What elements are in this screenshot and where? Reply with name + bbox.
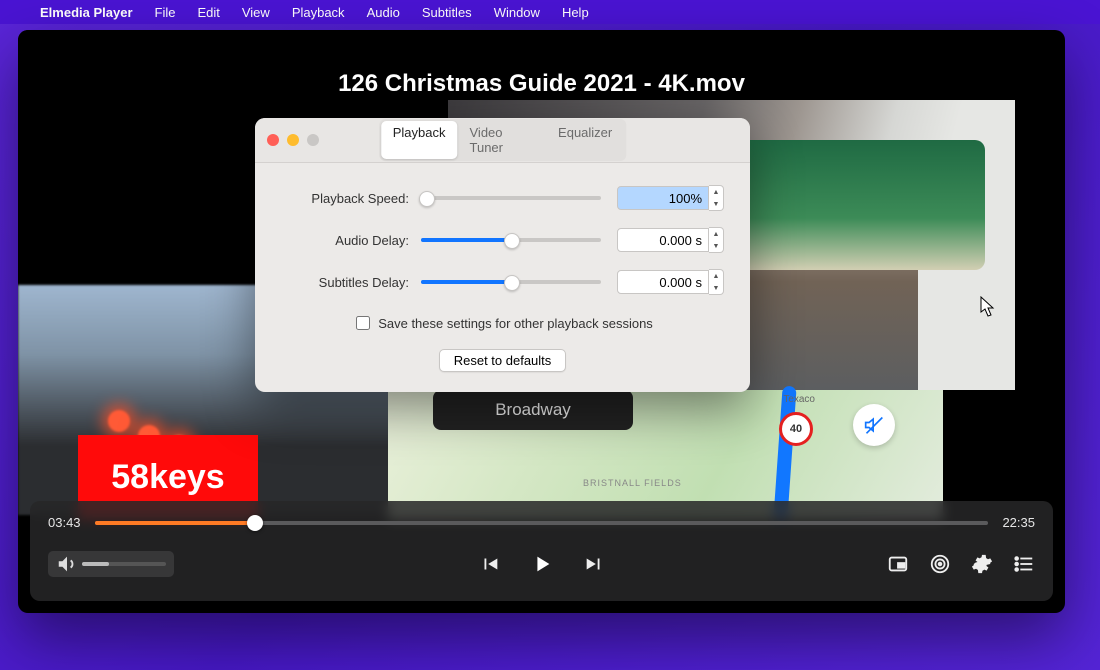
map-place-label: BRISTNALL FIELDS — [583, 478, 682, 488]
menubar-edit[interactable]: Edit — [197, 5, 219, 20]
playback-speed-stepper[interactable]: ▲▼ — [709, 185, 724, 211]
save-settings-checkbox[interactable] — [356, 316, 370, 330]
volume-icon[interactable] — [56, 553, 78, 575]
play-button[interactable] — [531, 553, 553, 575]
playback-speed-input[interactable] — [617, 186, 709, 210]
menubar-view[interactable]: View — [242, 5, 270, 20]
next-button[interactable] — [583, 553, 605, 575]
speed-limit-icon: 40 — [779, 412, 813, 446]
panel-close-icon[interactable] — [267, 134, 279, 146]
save-settings-label: Save these settings for other playback s… — [378, 316, 653, 331]
playback-speed-slider[interactable] — [421, 196, 601, 200]
menubar-audio[interactable]: Audio — [367, 5, 400, 20]
row-subtitles-delay: Subtitles Delay: ▲▼ — [281, 269, 724, 295]
airplay-button[interactable] — [929, 553, 951, 575]
menubar-app[interactable]: Elmedia Player — [40, 5, 133, 20]
reset-defaults-button[interactable]: Reset to defaults — [439, 349, 567, 372]
map-poi-texaco: Texaco — [783, 394, 815, 405]
tab-equalizer[interactable]: Equalizer — [546, 121, 624, 159]
audio-delay-slider[interactable] — [421, 238, 601, 242]
time-total: 22:35 — [1002, 515, 1035, 530]
settings-button[interactable] — [971, 553, 993, 575]
panel-titlebar: Playback Video Tuner Equalizer — [255, 118, 750, 163]
playback-settings-panel: Playback Video Tuner Equalizer Playback … — [255, 118, 750, 392]
subtitles-delay-slider[interactable] — [421, 280, 601, 284]
pip-button[interactable] — [887, 553, 909, 575]
panel-tabs: Playback Video Tuner Equalizer — [379, 119, 627, 161]
row-playback-speed: Playback Speed: ▲▼ — [281, 185, 724, 211]
audio-delay-stepper[interactable]: ▲▼ — [709, 227, 724, 253]
playback-speed-label: Playback Speed: — [281, 191, 409, 206]
playlist-button[interactable] — [1013, 553, 1035, 575]
subtitles-delay-input[interactable] — [617, 270, 709, 294]
playback-controls: 03:43 22:35 — [30, 501, 1053, 601]
subtitles-delay-stepper[interactable]: ▲▼ — [709, 269, 724, 295]
menubar-help[interactable]: Help — [562, 5, 589, 20]
tab-video-tuner[interactable]: Video Tuner — [458, 121, 547, 159]
menubar-window[interactable]: Window — [494, 5, 540, 20]
subtitles-delay-label: Subtitles Delay: — [281, 275, 409, 290]
seek-knob[interactable] — [247, 515, 263, 531]
panel-minimize-icon[interactable] — [287, 134, 299, 146]
audio-delay-label: Audio Delay: — [281, 233, 409, 248]
map-mute-icon — [853, 404, 895, 446]
seek-slider[interactable] — [95, 521, 989, 525]
previous-button[interactable] — [479, 553, 501, 575]
nav-street-label: Broadway — [433, 390, 633, 430]
tab-playback[interactable]: Playback — [381, 121, 458, 159]
volume-control[interactable] — [48, 551, 174, 577]
audio-delay-input[interactable] — [617, 228, 709, 252]
panel-zoom-icon[interactable] — [307, 134, 319, 146]
row-audio-delay: Audio Delay: ▲▼ — [281, 227, 724, 253]
macos-menubar: Elmedia Player File Edit View Playback A… — [0, 0, 1100, 24]
menubar-playback[interactable]: Playback — [292, 5, 345, 20]
time-elapsed: 03:43 — [48, 515, 81, 530]
seek-fill — [95, 521, 256, 525]
menubar-file[interactable]: File — [155, 5, 176, 20]
menubar-subtitles[interactable]: Subtitles — [422, 5, 472, 20]
